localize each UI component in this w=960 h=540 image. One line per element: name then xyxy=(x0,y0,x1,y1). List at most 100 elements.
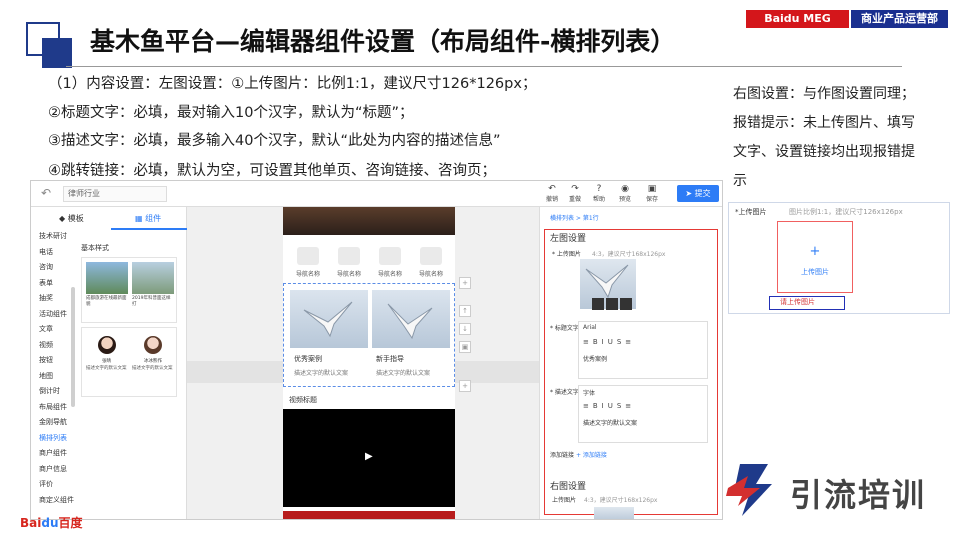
submit-button[interactable]: ➤ 提交 xyxy=(677,185,719,202)
avatar-name: 张晴 xyxy=(102,359,111,364)
category-item[interactable]: 横排列表 xyxy=(31,431,75,447)
component-panel: ◆ 模板 ▦ 组件 技术研讨 电话 咨询 表单 抽奖 活动组件 文章 视频 按钮 地图 倒计时 布局组… xyxy=(31,207,187,519)
nav-item[interactable]: 导航名称 xyxy=(375,247,405,278)
nav-row: 导航名称 导航名称 导航名称 导航名称 xyxy=(283,241,455,283)
title-editor[interactable]: Arial ≡BIUS≡ 优秀案例 xyxy=(578,321,708,379)
video-player[interactable]: ▶ xyxy=(283,409,455,507)
title-label: * 标题文字 xyxy=(550,325,579,332)
avatar-desc: 描述文字的默认文案 xyxy=(86,366,127,371)
list-item-desc: 描述文字的默认文案 xyxy=(376,370,431,377)
back-icon[interactable]: ↶ xyxy=(41,186,51,200)
add-link-button[interactable]: + 添加链接 xyxy=(576,452,607,459)
category-scrollbar[interactable] xyxy=(71,287,75,407)
horizontal-list-component[interactable]: 优秀案例 新手指导 描述文字的默认文案 描述文字的默认文案 xyxy=(283,283,455,387)
right-image-section-title[interactable]: 右图设置 xyxy=(550,479,586,492)
error-message: 请上传图片 xyxy=(769,296,845,310)
department-badge: 商业产品运营部 xyxy=(851,10,948,28)
trash-icon[interactable] xyxy=(620,298,632,310)
category-item[interactable]: 金刚导航 xyxy=(31,415,75,431)
baidu-meg-badge: Baidu MEG xyxy=(746,10,849,28)
nav-item[interactable]: 导航名称 xyxy=(293,247,323,278)
title-divider xyxy=(66,66,902,67)
settings-panel: 横排列表 > 第1行 左图设置 * 上传图片 4:3，建议尺寸168x126px… xyxy=(539,207,722,519)
category-item[interactable]: 倒计时 xyxy=(31,384,75,400)
redo-button[interactable]: ↷ 重做 xyxy=(566,184,584,203)
title-value[interactable]: 优秀案例 xyxy=(583,354,607,363)
category-item[interactable]: 布局组件 xyxy=(31,400,75,416)
style-card-images[interactable]: 成都旅游在线最新面貌 2019年科普面这样打 xyxy=(81,257,177,323)
help-icon: ? xyxy=(596,184,602,194)
editor-screenshot: ↶ 律师行业 ↶ 撤销 ↷ 重做 ? 帮助 ◉ 预览 ▣ 保存 ➤ 提交 ◆ 模板 ▦ 组… xyxy=(30,180,723,520)
save-button[interactable]: ▣ 保存 xyxy=(643,184,661,203)
avatar xyxy=(144,336,162,354)
tab-templates[interactable]: ◆ 模板 xyxy=(59,213,84,224)
right-note-1: 右图设置：与作图设置同理； xyxy=(733,86,915,102)
add-above-icon[interactable]: + xyxy=(459,277,471,289)
card-thumb xyxy=(86,262,128,294)
tab-components[interactable]: ▦ 组件 xyxy=(135,213,161,224)
plus-icon: + xyxy=(809,244,821,259)
desc-value[interactable]: 描述文字的默认文案 xyxy=(583,418,637,427)
upload-text: 上传图片 xyxy=(801,268,829,276)
category-item[interactable]: 视频 xyxy=(31,338,75,354)
move-up-icon[interactable]: ↑ xyxy=(459,305,471,317)
category-item[interactable]: 抽奖 xyxy=(31,291,75,307)
category-item[interactable]: 文章 xyxy=(31,322,75,338)
undo-icon: ↶ xyxy=(548,184,556,194)
font-select[interactable]: 字体 xyxy=(583,388,595,397)
category-item[interactable]: 活动组件 xyxy=(31,307,75,323)
format-toolbar[interactable]: ≡BIUS≡ xyxy=(583,338,635,346)
category-item[interactable]: 地图 xyxy=(31,369,75,385)
help-button[interactable]: ? 帮助 xyxy=(590,184,608,203)
avatar xyxy=(98,336,116,354)
undo-button[interactable]: ↶ 撤销 xyxy=(543,184,561,203)
nav-item[interactable]: 导航名称 xyxy=(334,247,364,278)
right-uploaded-image[interactable] xyxy=(594,507,634,519)
seagull-icon xyxy=(303,301,353,338)
desc-label: * 描述文字 xyxy=(550,389,579,396)
replace-icon[interactable] xyxy=(606,298,618,310)
category-item[interactable]: 评价 xyxy=(31,477,75,493)
category-item[interactable]: 商定义组件 xyxy=(31,493,75,509)
desc-editor[interactable]: 字体 ≡BIUS≡ 描述文字的默认文案 xyxy=(578,385,708,443)
nav-item[interactable]: 导航名称 xyxy=(416,247,446,278)
note-line-4: ④跳转链接：必填，默认为空，可设置其他单页、咨询链接、咨询页； xyxy=(48,163,496,179)
format-toolbar[interactable]: ≡BIUS≡ xyxy=(583,402,635,410)
list-item-image[interactable] xyxy=(290,290,368,348)
left-image-section-title[interactable]: 左图设置 xyxy=(550,231,586,244)
category-item[interactable]: 商户组件 xyxy=(31,446,75,462)
crop-icon[interactable] xyxy=(592,298,604,310)
send-icon: ➤ xyxy=(685,189,695,198)
search-input[interactable]: 律师行业 xyxy=(63,186,167,202)
right-note-2: 报错提示：未上传图片、填写 xyxy=(733,115,915,131)
category-item[interactable]: 按钮 xyxy=(31,353,75,369)
note-line-1: （1）内容设置：左图设置：①上传图片：比例1:1，建议尺寸126*126px； xyxy=(48,76,537,92)
add-below-icon[interactable]: + xyxy=(459,380,471,392)
red-footer-bar xyxy=(283,511,455,519)
preview-button[interactable]: ◉ 预览 xyxy=(616,184,634,203)
banner-image xyxy=(283,207,455,235)
style-card-avatars[interactable]: 张晴 冰冰熊作 描述文字的默认文案 描述文字的默认文案 xyxy=(81,327,177,397)
slide: 基木鱼平台—编辑器组件设置（布局组件-横排列表） Baidu MEG 商业产品运… xyxy=(0,0,960,540)
play-icon[interactable]: ▶ xyxy=(365,451,373,462)
logo-square-fill xyxy=(42,38,72,68)
delete-icon[interactable]: ▣ xyxy=(459,341,471,353)
list-item-image[interactable] xyxy=(372,290,450,348)
list-item-desc: 描述文字的默认文案 xyxy=(294,370,349,377)
card-thumb xyxy=(132,262,174,294)
upload-box[interactable]: + 上传图片 xyxy=(777,221,853,293)
category-item[interactable]: 电话 xyxy=(31,245,75,261)
category-item[interactable]: 表单 xyxy=(31,276,75,292)
upload-label: * 上传图片 xyxy=(552,251,581,258)
list-item-title: 优秀案例 xyxy=(294,355,322,363)
right-note-3: 文字、设置链接均出现报错提 xyxy=(733,144,915,160)
category-item[interactable]: 咨询 xyxy=(31,260,75,276)
baidu-logo: Baidu百度 xyxy=(20,516,83,530)
category-item[interactable]: 技术研讨 xyxy=(31,229,75,245)
category-item[interactable]: 商户信息 xyxy=(31,462,75,478)
move-down-icon[interactable]: ↓ xyxy=(459,323,471,335)
card-caption: 2019年科普面这样打 xyxy=(132,296,171,307)
breadcrumb[interactable]: 横排列表 > 第1行 xyxy=(550,213,599,222)
font-select[interactable]: Arial xyxy=(583,324,597,331)
right-note-4: 示 xyxy=(733,173,747,189)
